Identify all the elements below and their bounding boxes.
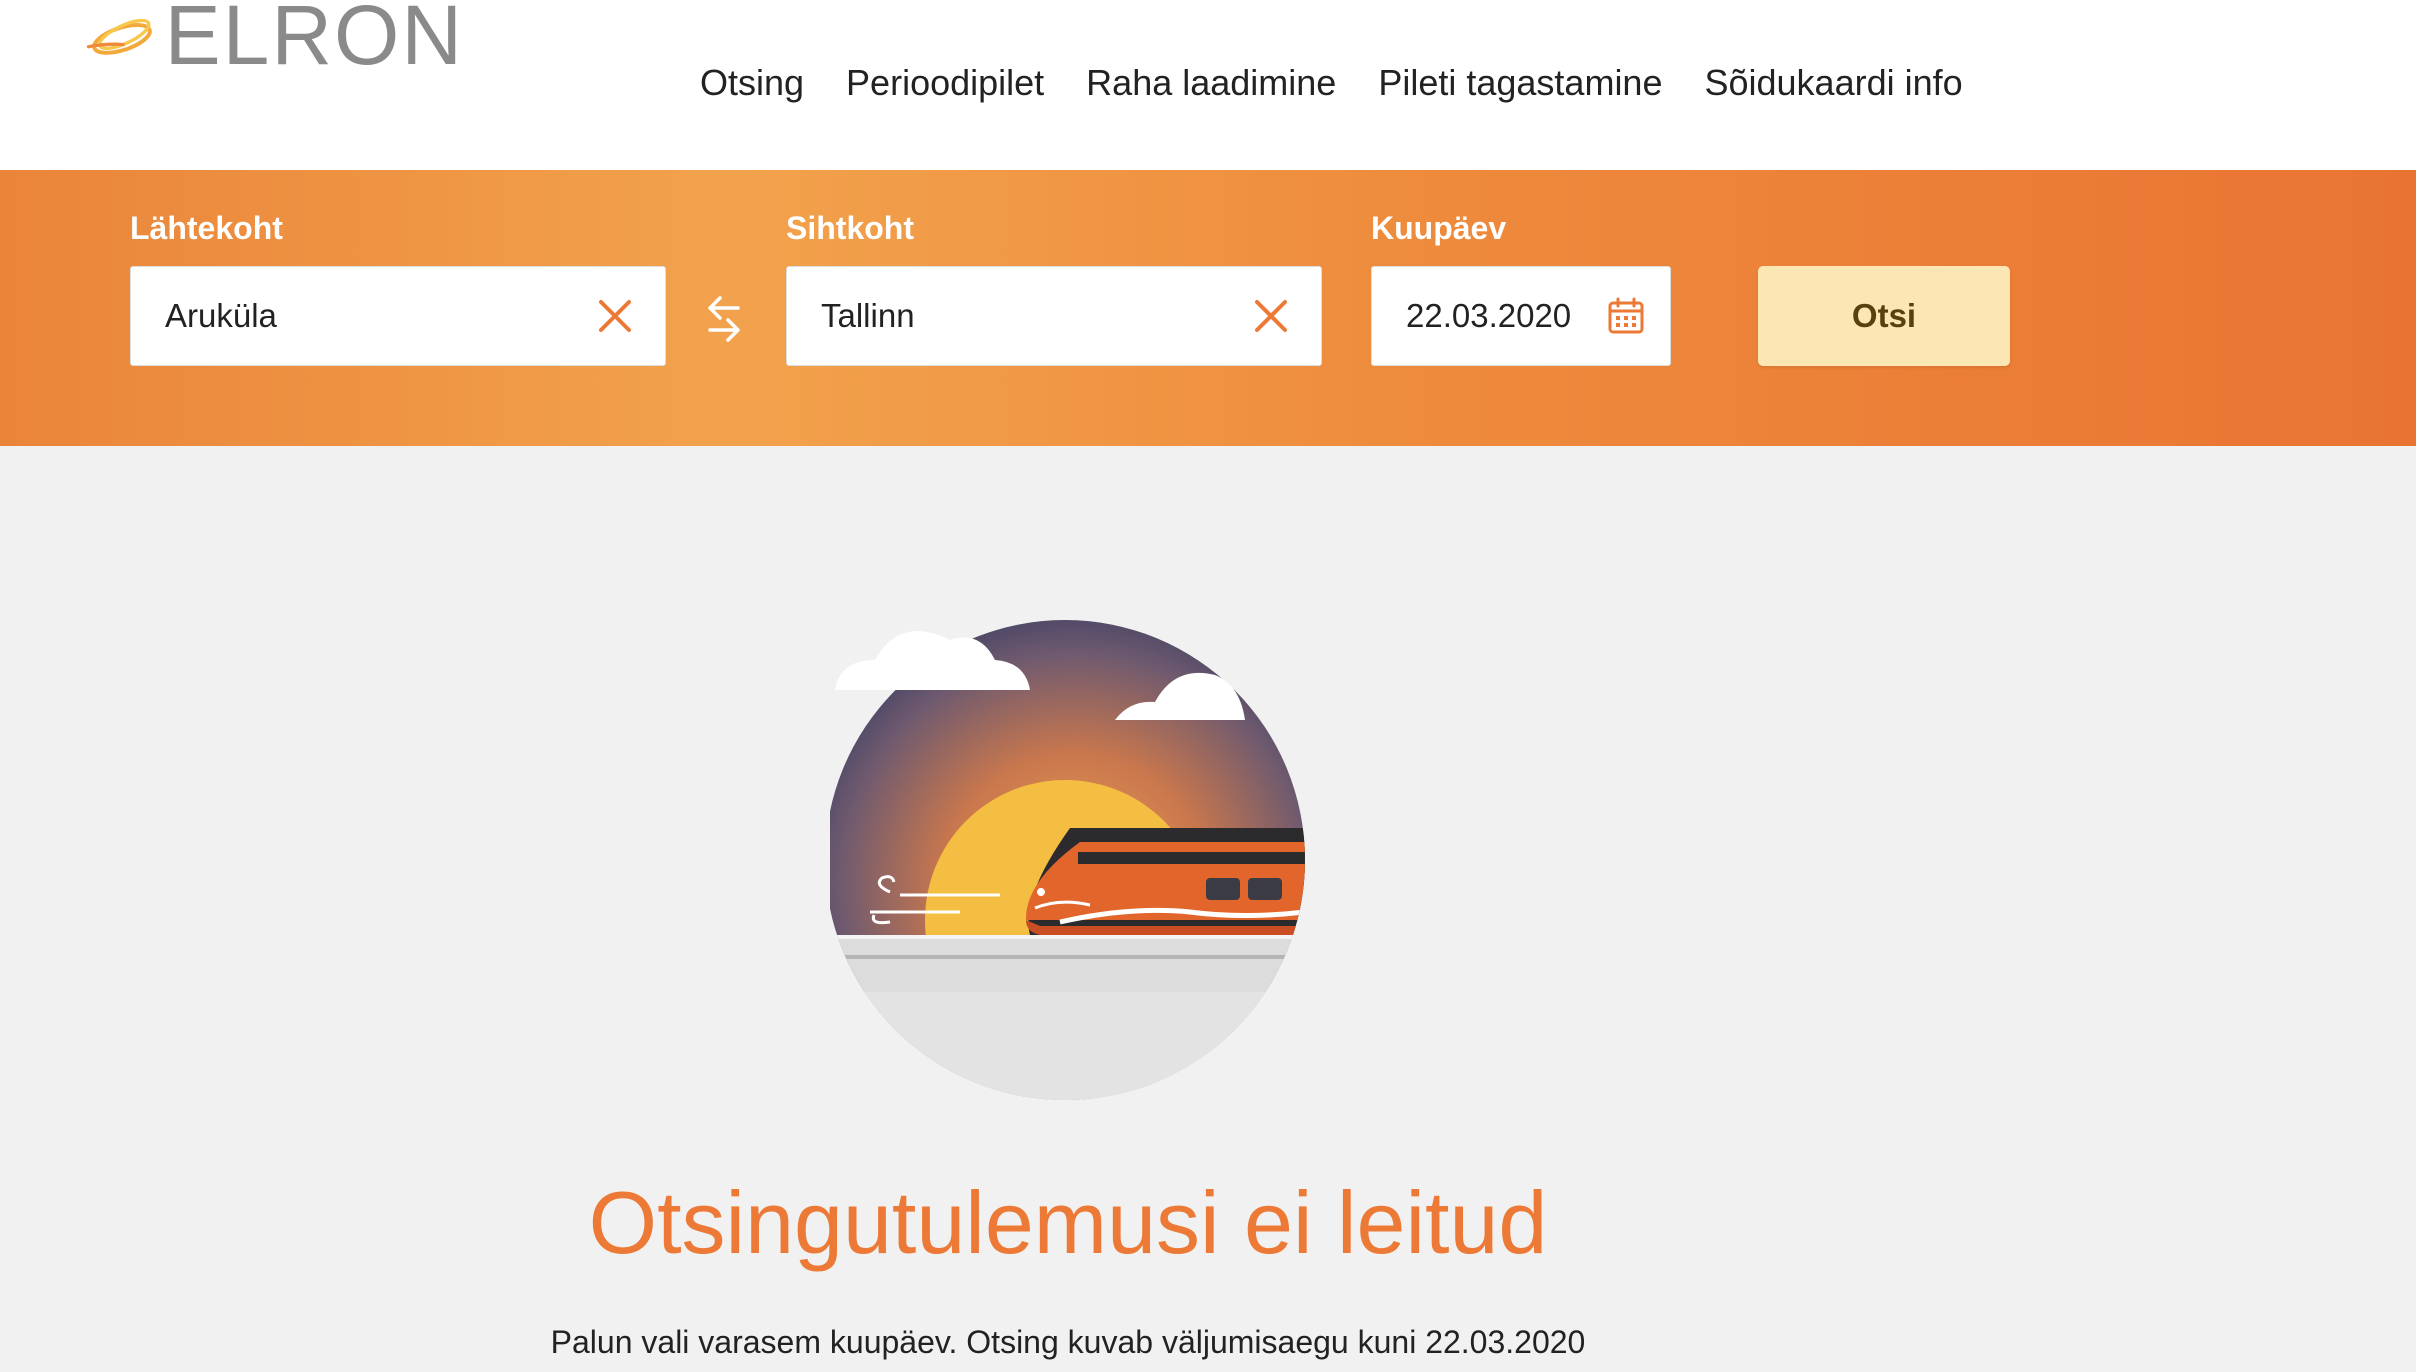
from-value[interactable]: Aruküla xyxy=(131,297,595,335)
calendar-icon[interactable] xyxy=(1606,296,1646,336)
nav-item-soidukaardi-info[interactable]: Sõidukaardi info xyxy=(1704,62,1962,104)
elron-logo-icon xyxy=(86,18,152,55)
main-nav: Otsing Perioodipilet Raha laadimine Pile… xyxy=(700,62,1963,104)
logo-wordmark: ELRON xyxy=(164,0,464,82)
elron-logo[interactable]: ELRON xyxy=(84,0,464,90)
no-results-message: Palun vali varasem kuupäev. Otsing kuvab… xyxy=(550,1324,1586,1360)
from-clear-close-icon[interactable] xyxy=(595,296,635,336)
to-clear-close-icon[interactable] xyxy=(1251,296,1291,336)
nav-item-otsing[interactable]: Otsing xyxy=(700,62,804,104)
search-button[interactable]: Otsi xyxy=(1758,266,2010,366)
from-field[interactable]: Aruküla xyxy=(130,266,666,366)
date-field[interactable]: 22.03.2020 xyxy=(1371,266,1671,366)
nav-item-raha-laadimine[interactable]: Raha laadimine xyxy=(1086,62,1336,104)
to-field[interactable]: Tallinn xyxy=(786,266,1322,366)
train-sunset-illustration xyxy=(830,620,1305,1100)
date-value[interactable]: 22.03.2020 xyxy=(1372,297,1606,335)
site-header: ELRON Otsing Perioodipilet Raha laadimin… xyxy=(0,0,2416,170)
to-value[interactable]: Tallinn xyxy=(787,297,1251,335)
search-panel: Lähtekoht Aruküla Sihtkoht Tallinn Kuupä… xyxy=(0,170,2416,446)
nav-item-perioodipilet[interactable]: Perioodipilet xyxy=(846,62,1044,104)
to-label: Sihtkoht xyxy=(786,210,914,246)
no-results-title: Otsingutulemusi ei leitud xyxy=(588,1173,1548,1272)
date-label: Kuupäev xyxy=(1371,210,1507,246)
swap-arrows-icon[interactable] xyxy=(704,292,744,346)
nav-item-pileti-tagastamine[interactable]: Pileti tagastamine xyxy=(1378,62,1662,104)
from-label: Lähtekoht xyxy=(130,210,283,246)
